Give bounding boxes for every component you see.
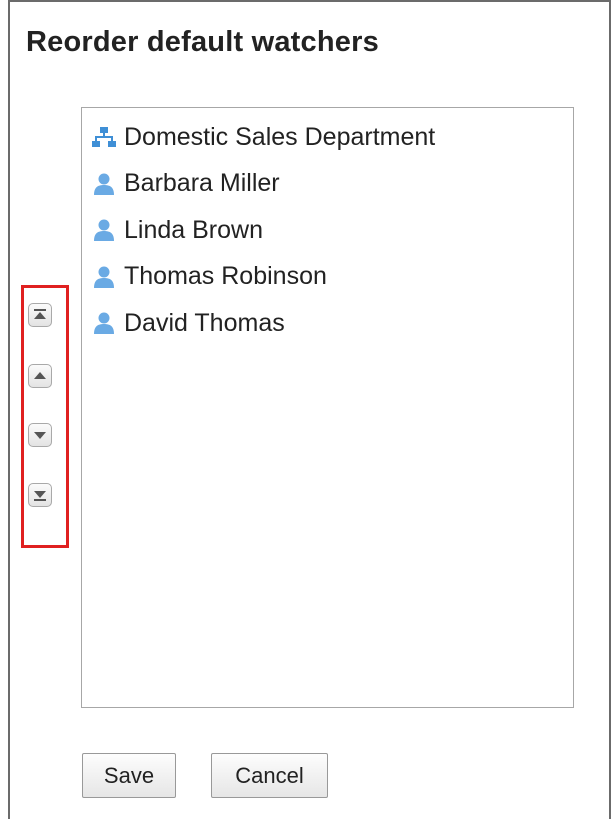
watcher-label: Barbara Miller [124, 169, 280, 198]
cancel-button[interactable]: Cancel [211, 753, 328, 798]
list-item[interactable]: Barbara Miller [82, 161, 573, 208]
move-up-button[interactable] [28, 364, 52, 388]
move-to-top-button[interactable] [28, 303, 52, 327]
move-to-bottom-icon [34, 491, 46, 501]
watcher-label: Thomas Robinson [124, 262, 327, 291]
user-icon [94, 173, 114, 195]
list-item[interactable]: Thomas Robinson [82, 254, 573, 301]
watcher-list[interactable]: Domestic Sales Department Barbara Miller… [81, 107, 574, 708]
organization-icon [92, 127, 116, 148]
page-title: Reorder default watchers [26, 26, 379, 58]
move-up-icon [34, 372, 46, 379]
user-icon [94, 219, 114, 242]
move-to-bottom-button[interactable] [28, 483, 52, 507]
move-to-top-icon [34, 309, 46, 319]
watcher-label: Linda Brown [124, 215, 263, 244]
move-down-icon [34, 432, 46, 439]
list-item[interactable]: Domestic Sales Department [82, 114, 573, 161]
list-item[interactable]: Linda Brown [82, 207, 573, 254]
save-button[interactable]: Save [82, 753, 176, 798]
watcher-label: David Thomas [124, 308, 285, 337]
watcher-label: Domestic Sales Department [124, 122, 436, 151]
user-icon [94, 266, 114, 288]
list-item[interactable]: David Thomas [82, 300, 573, 347]
move-down-button[interactable] [28, 423, 52, 447]
user-icon [94, 312, 114, 335]
